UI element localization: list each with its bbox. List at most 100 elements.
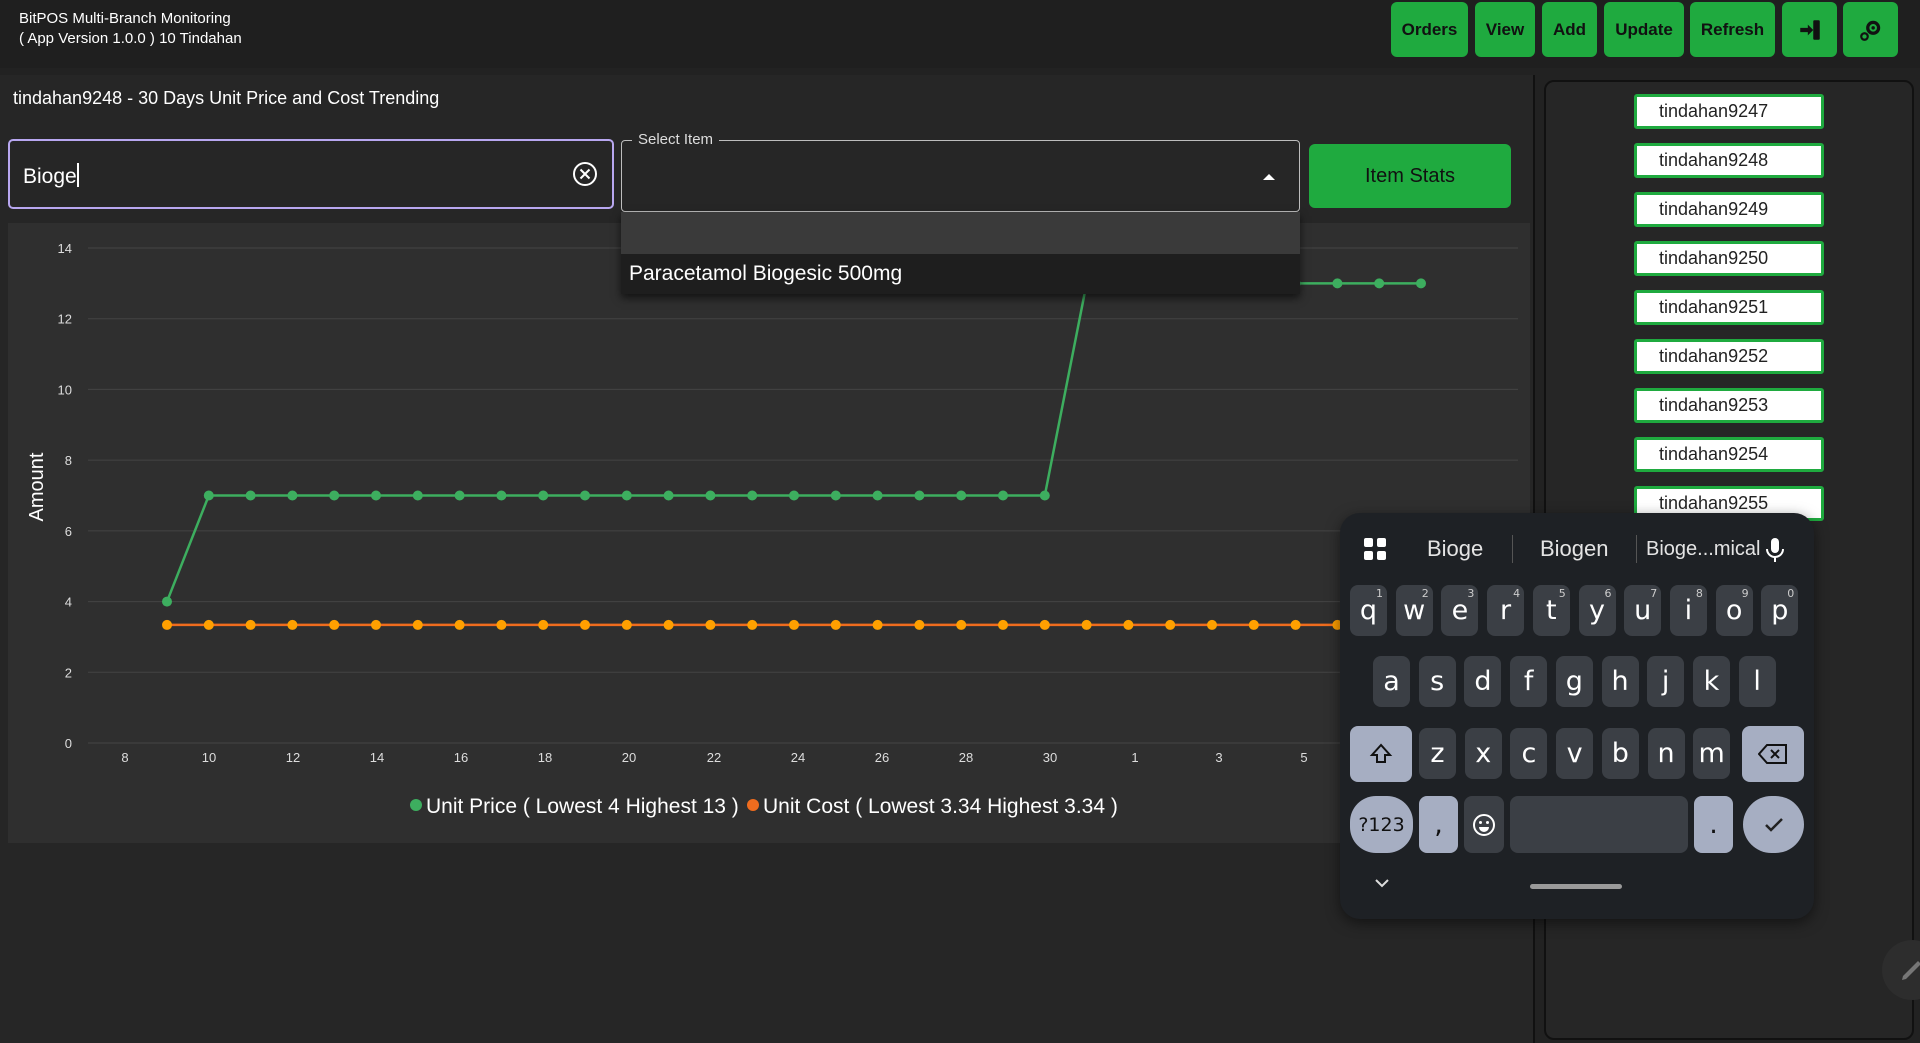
- data-point: [956, 619, 967, 630]
- data-point: [705, 490, 716, 501]
- symbols-key[interactable]: ?123: [1350, 796, 1413, 853]
- x-tick-label: 10: [202, 750, 216, 765]
- settings-button[interactable]: [1843, 2, 1898, 57]
- space-key[interactable]: [1510, 796, 1688, 853]
- key-label: k: [1703, 666, 1720, 697]
- backspace-icon: [1758, 744, 1787, 764]
- key-r[interactable]: r4: [1487, 585, 1525, 636]
- comma-key[interactable]: ,: [1419, 796, 1458, 853]
- add-button[interactable]: Add: [1542, 2, 1597, 57]
- key-hint: 8: [1695, 587, 1703, 600]
- data-point: [663, 490, 674, 501]
- suggestion-3[interactable]: Bioge...mical: [1646, 531, 1761, 567]
- legend-label: Unit Price ( Lowest 4 Highest 13 ): [426, 795, 739, 818]
- key-v[interactable]: v: [1556, 728, 1594, 779]
- key-u[interactable]: u7: [1624, 585, 1662, 636]
- key-z[interactable]: z: [1419, 728, 1456, 779]
- data-point: [914, 619, 925, 630]
- y-tick-label: 0: [65, 736, 72, 751]
- key-o[interactable]: o9: [1715, 585, 1753, 636]
- shift-key[interactable]: [1350, 726, 1412, 782]
- data-point: [287, 619, 298, 630]
- backspace-key[interactable]: [1742, 726, 1804, 782]
- item-stats-button[interactable]: Item Stats: [1309, 144, 1511, 208]
- refresh-button[interactable]: Refresh: [1690, 2, 1775, 57]
- data-point: [245, 490, 256, 501]
- branch-button[interactable]: tindahan9248: [1634, 143, 1824, 178]
- key-q[interactable]: q1: [1350, 585, 1387, 636]
- suggestion-2[interactable]: Biogen: [1540, 531, 1609, 567]
- key-j[interactable]: j: [1647, 656, 1685, 707]
- keyboard-handle[interactable]: [1530, 884, 1622, 889]
- key-k[interactable]: k: [1692, 656, 1730, 707]
- key-p[interactable]: p0: [1761, 585, 1799, 636]
- data-point: [580, 619, 590, 630]
- key-label: t: [1546, 595, 1557, 626]
- dropdown-option-empty[interactable]: [621, 212, 1300, 254]
- data-point: [496, 490, 507, 501]
- period-key[interactable]: .: [1694, 796, 1733, 853]
- key-n[interactable]: n: [1647, 728, 1685, 779]
- key-x[interactable]: x: [1464, 728, 1502, 779]
- key-label: s: [1430, 666, 1445, 697]
- chevron-down-icon[interactable]: [1372, 876, 1392, 890]
- key-a[interactable]: a: [1373, 656, 1410, 707]
- key-d[interactable]: d: [1464, 656, 1502, 707]
- branch-button[interactable]: tindahan9254: [1634, 437, 1824, 472]
- enter-key[interactable]: [1743, 796, 1804, 853]
- logout-button[interactable]: [1782, 2, 1837, 57]
- key-label: g: [1565, 666, 1583, 697]
- key-g[interactable]: g: [1555, 656, 1593, 707]
- dropdown-option[interactable]: Paracetamol Biogesic 500mg: [621, 254, 1300, 294]
- key-c[interactable]: c: [1510, 728, 1548, 779]
- key-label: i: [1684, 595, 1693, 626]
- data-point: [1332, 278, 1343, 289]
- key-m[interactable]: m: [1693, 728, 1731, 779]
- emoji-key[interactable]: [1464, 796, 1504, 853]
- key-hint: 6: [1604, 587, 1612, 600]
- search-input[interactable]: Bioge: [8, 139, 614, 209]
- key-e[interactable]: e3: [1441, 585, 1479, 636]
- y-tick-label: 12: [58, 312, 72, 327]
- x-tick-label: 30: [1043, 750, 1057, 765]
- x-tick-label: 12: [286, 750, 300, 765]
- y-tick-label: 8: [65, 453, 72, 468]
- key-s[interactable]: s: [1418, 656, 1456, 707]
- data-point: [329, 490, 340, 501]
- x-tick-label: 1: [1131, 750, 1138, 765]
- data-point: [538, 619, 549, 630]
- branch-button[interactable]: tindahan9253: [1634, 388, 1824, 423]
- key-label: z: [1430, 738, 1445, 769]
- key-y[interactable]: y6: [1578, 585, 1616, 636]
- microphone-icon[interactable]: [1764, 536, 1786, 564]
- key-f[interactable]: f: [1510, 656, 1548, 707]
- branch-button[interactable]: tindahan9250: [1634, 241, 1824, 276]
- data-point: [580, 490, 590, 501]
- key-l[interactable]: l: [1738, 656, 1776, 707]
- key-i[interactable]: i8: [1669, 585, 1707, 636]
- key-t[interactable]: t5: [1532, 585, 1570, 636]
- app-title-line1: BitPOS Multi-Branch Monitoring: [19, 10, 231, 27]
- data-point: [538, 490, 549, 501]
- view-button[interactable]: View: [1475, 2, 1535, 57]
- data-point: [1207, 619, 1217, 630]
- orders-button[interactable]: Orders: [1391, 2, 1468, 57]
- clear-circle-icon[interactable]: [572, 161, 598, 187]
- branch-button[interactable]: tindahan9247: [1634, 94, 1824, 129]
- data-point: [1374, 278, 1385, 289]
- key-b[interactable]: b: [1601, 728, 1639, 779]
- branch-button[interactable]: tindahan9249: [1634, 192, 1824, 227]
- key-h[interactable]: h: [1601, 656, 1639, 707]
- data-point: [245, 619, 256, 630]
- apps-grid-icon[interactable]: [1362, 536, 1388, 562]
- key-label: q: [1359, 595, 1378, 626]
- update-button[interactable]: Update: [1604, 2, 1684, 57]
- key-w[interactable]: w2: [1395, 585, 1433, 636]
- branch-button[interactable]: tindahan9251: [1634, 290, 1824, 325]
- search-input-value[interactable]: Bioge: [23, 163, 79, 189]
- key-hint: 7: [1650, 587, 1658, 600]
- suggestion-1[interactable]: Bioge: [1427, 531, 1483, 567]
- branch-button[interactable]: tindahan9252: [1634, 339, 1824, 374]
- select-item-dropdown[interactable]: Select Item: [621, 131, 1300, 212]
- x-tick-label: 16: [454, 750, 468, 765]
